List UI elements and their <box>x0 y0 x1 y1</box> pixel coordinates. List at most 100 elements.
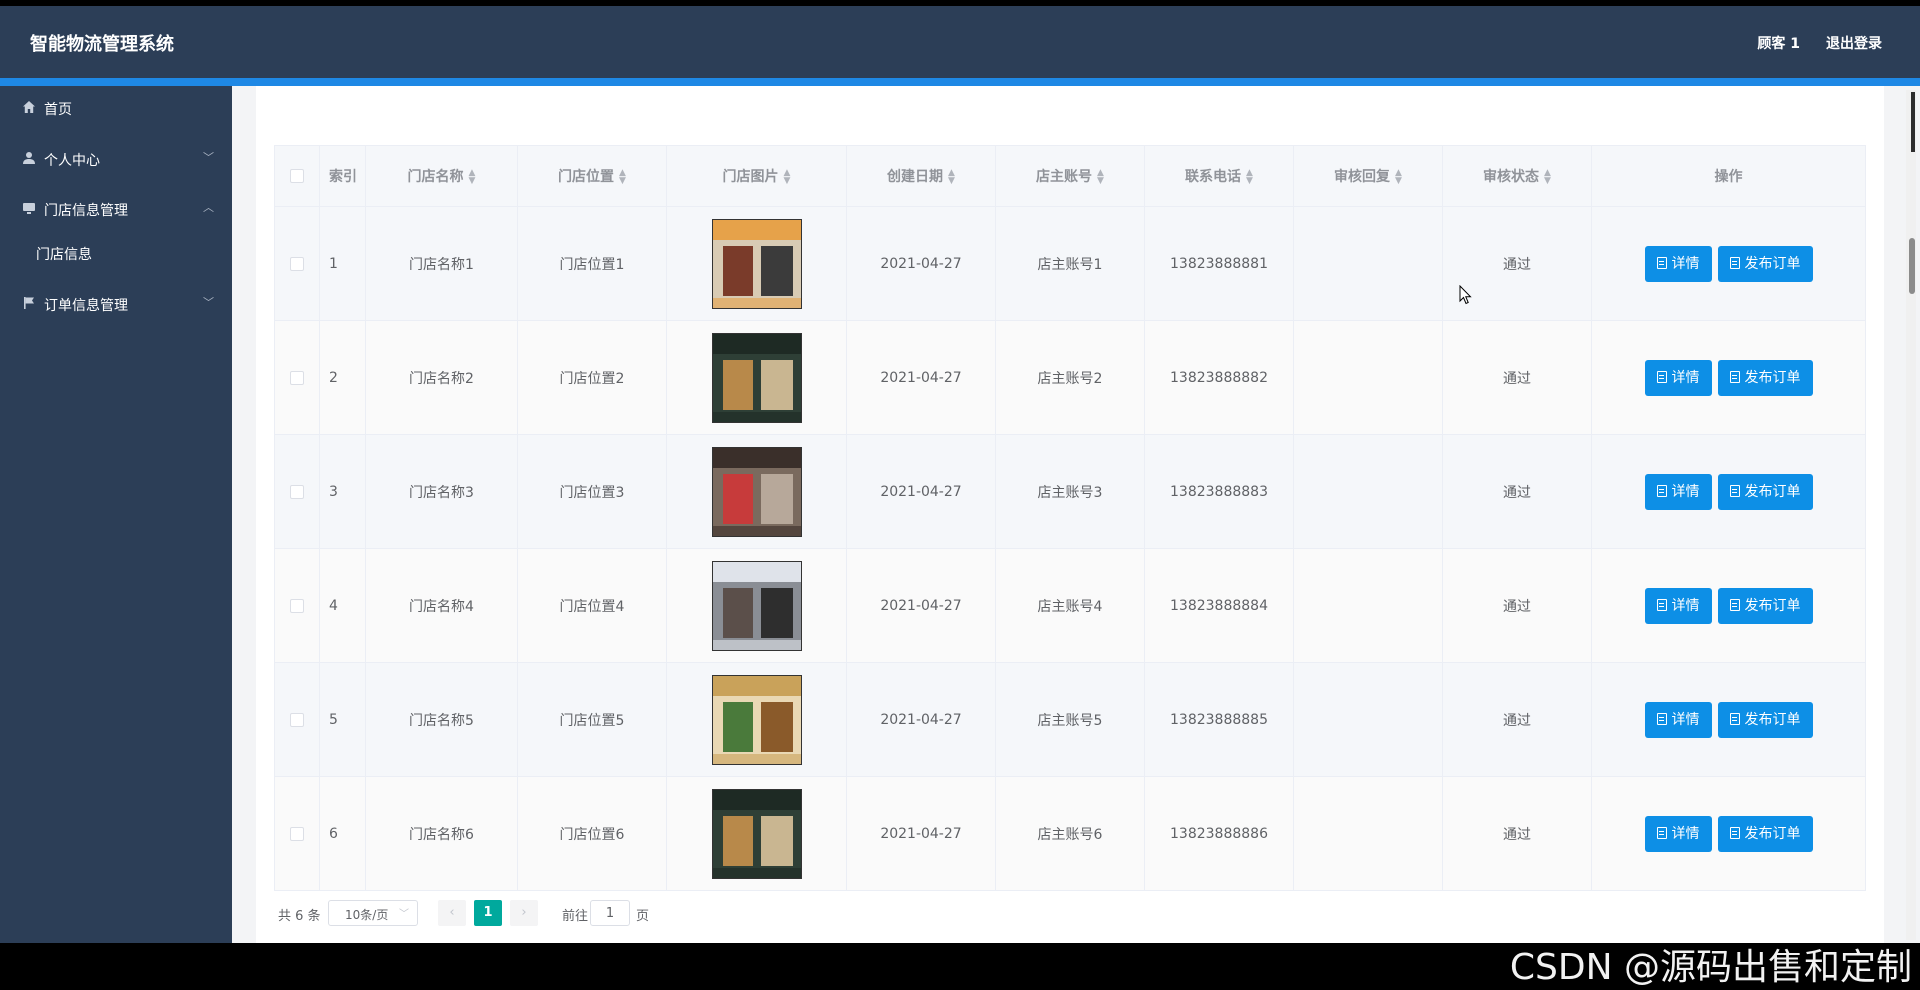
table-cell-date: 2021-04-27 <box>846 662 996 777</box>
table-row[interactable]: 1 门店名称1 门店位置1 2021-04-27 店主账号1 13823888881 通过详… <box>274 206 1866 321</box>
sort-icon[interactable]: ▲ ▼ <box>1246 169 1253 186</box>
store-image[interactable] <box>711 446 802 537</box>
row-checkbox[interactable] <box>290 256 304 271</box>
scrollbar-top-marker <box>1911 92 1915 152</box>
publish-order-button[interactable]: 发布订单 <box>1717 473 1813 510</box>
prev-page-button[interactable]: ‹ <box>438 900 466 926</box>
chevron-down-icon: ﹀ <box>399 909 409 920</box>
table-cell-image <box>666 206 847 321</box>
store-image[interactable] <box>711 788 802 879</box>
table-cell-index: 1 <box>319 206 366 321</box>
table-row[interactable]: 4 门店名称4 门店位置4 2021-04-27 店主账号4 13823888884 通过详… <box>274 548 1866 663</box>
publish-order-button-label: 发布订单 <box>1744 825 1801 842</box>
chevron-down-icon: ﹀ <box>203 296 214 309</box>
row-select-cell[interactable] <box>274 548 320 663</box>
header-index: 索引 <box>319 145 366 207</box>
table-row[interactable]: 3 门店名称3 门店位置3 2021-04-27 店主账号3 13823888883 通过详… <box>274 434 1866 549</box>
table-cell-image <box>666 548 847 663</box>
header-review-status[interactable]: 审核状态 ▲ ▼ <box>1442 145 1592 207</box>
logout-link[interactable]: 退出登录 <box>1826 33 1882 53</box>
store-image[interactable] <box>711 674 802 765</box>
publish-order-button[interactable]: 发布订单 <box>1717 359 1813 396</box>
row-select-cell[interactable] <box>274 320 320 435</box>
sort-icon[interactable]: ▲ ▼ <box>784 169 791 186</box>
store-image[interactable] <box>711 218 802 309</box>
header-store-name[interactable]: 门店名称 ▲ ▼ <box>365 145 518 207</box>
sort-icon[interactable]: ▲ ▼ <box>469 169 476 186</box>
header-create-date[interactable]: 创建日期 ▲ ▼ <box>846 145 996 207</box>
row-checkbox[interactable] <box>290 712 304 727</box>
sidebar-item-personal-center[interactable]: 个人中心 ﹀ <box>0 137 232 181</box>
sidebar-item-store-management[interactable]: 门店信息管理 ︿ <box>0 187 232 231</box>
detail-button[interactable]: 详情 <box>1644 701 1712 738</box>
store-image[interactable] <box>711 560 802 651</box>
select-all-checkbox[interactable] <box>290 169 304 183</box>
header-store-location[interactable]: 门店位置 ▲ ▼ <box>517 145 667 207</box>
detail-button[interactable]: 详情 <box>1644 587 1712 624</box>
header-label: 审核状态 <box>1483 169 1540 185</box>
publish-order-button[interactable]: 发布订单 <box>1717 245 1813 282</box>
sort-icon[interactable]: ▲ ▼ <box>619 169 626 186</box>
sidebar-item-label: 首页 <box>44 102 72 118</box>
row-select-cell[interactable] <box>274 434 320 549</box>
page-size-select[interactable]: 10条/页 ﹀ <box>328 900 418 926</box>
document-icon <box>1729 484 1740 497</box>
flag-icon <box>24 297 34 309</box>
row-checkbox[interactable] <box>290 598 304 613</box>
header-owner-account[interactable]: 店主账号 ▲ ▼ <box>995 145 1145 207</box>
row-select-cell[interactable] <box>274 662 320 777</box>
row-checkbox[interactable] <box>290 826 304 841</box>
row-select-cell[interactable] <box>274 206 320 321</box>
header-store-image[interactable]: 门店图片 ▲ ▼ <box>666 145 847 207</box>
table-cell-image <box>666 662 847 777</box>
scrollbar-thumb[interactable] <box>1909 238 1915 294</box>
user-icon <box>23 152 35 164</box>
row-checkbox[interactable] <box>290 484 304 499</box>
publish-order-button[interactable]: 发布订单 <box>1717 701 1813 738</box>
store-image[interactable] <box>711 332 802 423</box>
row-checkbox[interactable] <box>290 370 304 385</box>
table-cell-phone: 13823888886 <box>1144 776 1294 891</box>
sort-icon[interactable]: ▲ ▼ <box>1544 169 1551 186</box>
publish-order-button[interactable]: 发布订单 <box>1717 815 1813 852</box>
table-row[interactable]: 2 门店名称2 门店位置2 2021-04-27 店主账号2 13823888882 通过详… <box>274 320 1866 435</box>
sort-icon[interactable]: ▲ ▼ <box>1097 169 1104 186</box>
sort-icon[interactable]: ▲ ▼ <box>948 169 955 186</box>
header-label: 创建日期 <box>887 169 944 185</box>
next-page-button[interactable]: › <box>510 900 538 926</box>
page-word: 页 <box>636 909 650 924</box>
total-count: 共 6 条 <box>278 909 321 924</box>
header-actions: 操作 <box>1591 145 1866 207</box>
table-row[interactable]: 5 门店名称5 门店位置5 2021-04-27 店主账号5 13823888885 通过详… <box>274 662 1866 777</box>
table-cell-location: 门店位置3 <box>517 434 667 549</box>
table-cell-phone: 13823888882 <box>1144 320 1294 435</box>
sidebar-item-label: 门店信息管理 <box>44 203 128 219</box>
document-icon <box>1656 256 1667 269</box>
goto-page-input[interactable] <box>590 900 630 926</box>
select-all-cell[interactable] <box>274 145 320 207</box>
page-1-button[interactable]: 1 <box>474 900 502 926</box>
table-cell-actions: 详情 发布订单 <box>1591 776 1866 891</box>
table-cell-name: 门店名称5 <box>365 662 518 777</box>
sidebar-item-order-management[interactable]: 订单信息管理 ﹀ <box>0 282 232 326</box>
document-icon <box>1729 598 1740 611</box>
detail-button[interactable]: 详情 <box>1644 245 1712 282</box>
table-cell-account: 店主账号3 <box>995 434 1145 549</box>
table-cell-actions: 详情 发布订单 <box>1591 548 1866 663</box>
header-phone[interactable]: 联系电话 ▲ ▼ <box>1144 145 1294 207</box>
detail-button[interactable]: 详情 <box>1644 473 1712 510</box>
table-cell-status: 通过 <box>1442 548 1592 663</box>
table-cell-date: 2021-04-27 <box>846 206 996 321</box>
page-scrollbar[interactable] <box>1906 90 1916 940</box>
sidebar-item-home[interactable]: 首页 <box>0 86 232 130</box>
home-icon <box>23 101 35 113</box>
row-select-cell[interactable] <box>274 776 320 891</box>
sidebar-subitem-store-info[interactable]: 门店信息 <box>0 231 232 275</box>
publish-order-button[interactable]: 发布订单 <box>1717 587 1813 624</box>
detail-button[interactable]: 详情 <box>1644 359 1712 396</box>
table-row[interactable]: 6 门店名称6 门店位置6 2021-04-27 店主账号6 13823888886 通过详… <box>274 776 1866 891</box>
header-review-reply[interactable]: 审核回复 ▲ ▼ <box>1293 145 1443 207</box>
publish-order-button-label: 发布订单 <box>1744 597 1801 614</box>
detail-button[interactable]: 详情 <box>1644 815 1712 852</box>
sort-icon[interactable]: ▲ ▼ <box>1395 169 1402 186</box>
